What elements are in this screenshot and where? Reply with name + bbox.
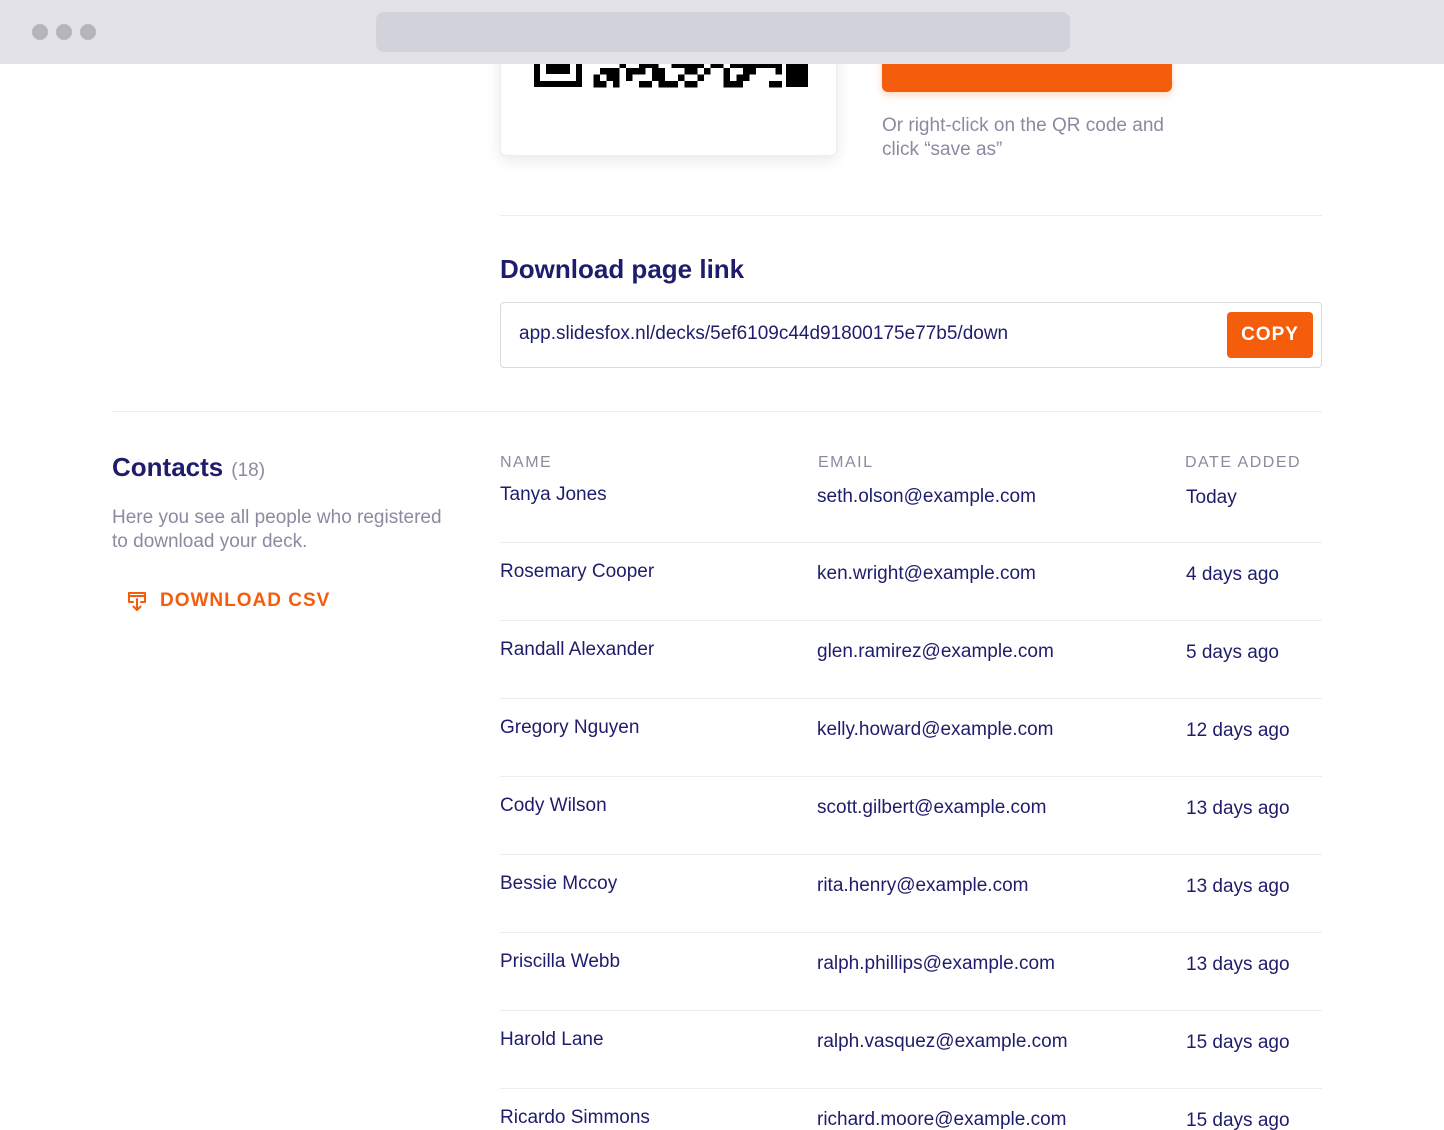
qr-code-card[interactable]	[500, 64, 837, 156]
browser-chrome	[0, 0, 1444, 64]
table-row[interactable]: Priscilla Webb ralph.phillips@example.com…	[500, 933, 1322, 1011]
address-bar[interactable]	[376, 12, 1070, 52]
contacts-title: Contacts	[112, 452, 224, 482]
contact-name: Ricardo Simmons	[500, 1107, 650, 1128]
column-header-name[interactable]: NAME	[500, 454, 552, 472]
contact-email: ralph.vasquez@example.com	[817, 1031, 1068, 1052]
contact-email: seth.olson@example.com	[817, 486, 1036, 507]
column-header-email[interactable]: EMAIL	[818, 454, 874, 472]
contact-email: glen.ramirez@example.com	[817, 641, 1054, 662]
table-row[interactable]: Tanya Jones seth.olson@example.com Today	[500, 480, 1322, 543]
contact-name: Cody Wilson	[500, 795, 607, 816]
copy-link-button[interactable]: COPY	[1227, 312, 1313, 358]
download-link-title: Download page link	[500, 254, 745, 284]
section-divider	[112, 411, 1322, 412]
contact-date-added: 13 days ago	[1186, 954, 1290, 975]
table-row[interactable]: Gregory Nguyen kelly.howard@example.com 12…	[500, 699, 1322, 777]
table-row[interactable]: Bessie Mccoy rita.henry@example.com 13 day…	[500, 855, 1322, 933]
download-csv-button[interactable]: DOWNLOAD CSV	[126, 586, 330, 616]
contact-date-added: 15 days ago	[1186, 1110, 1290, 1130]
contact-email: ralph.phillips@example.com	[817, 953, 1055, 974]
page-content: Or right-click on the QR code and click …	[0, 64, 1444, 1130]
contact-name: Bessie Mccoy	[500, 873, 618, 894]
contact-email: kelly.howard@example.com	[817, 719, 1054, 740]
contact-date-added: 13 days ago	[1186, 798, 1290, 819]
table-row[interactable]: Ricardo Simmons richard.moore@example.com…	[500, 1089, 1322, 1130]
contact-email: richard.moore@example.com	[817, 1109, 1067, 1130]
section-divider	[500, 215, 1322, 216]
contact-name: Rosemary Cooper	[500, 561, 655, 582]
qr-code-image[interactable]	[533, 64, 809, 89]
download-csv-label: DOWNLOAD CSV	[160, 590, 331, 611]
contact-date-added: 15 days ago	[1186, 1032, 1290, 1053]
table-row[interactable]: Harold Lane ralph.vasquez@example.com 15 d…	[500, 1011, 1322, 1089]
contact-date-added: 5 days ago	[1186, 642, 1279, 663]
contact-name: Priscilla Webb	[500, 951, 621, 972]
table-body: Tanya Jones seth.olson@example.com Today Ro…	[500, 480, 1322, 1130]
download-link-url[interactable]: app.slidesfox.nl/decks/5ef6109c44d918001…	[519, 323, 1008, 345]
contact-name: Harold Lane	[500, 1029, 604, 1050]
download-link-field[interactable]: app.slidesfox.nl/decks/5ef6109c44d918001…	[500, 302, 1322, 368]
download-qr-button[interactable]	[882, 64, 1172, 92]
table-header: NAME EMAIL DATE ADDED	[500, 454, 1322, 480]
contact-name: Randall Alexander	[500, 639, 655, 660]
table-row[interactable]: Randall Alexander glen.ramirez@example.co…	[500, 621, 1322, 699]
contact-date-added: 4 days ago	[1186, 564, 1279, 585]
contacts-count: (18)	[231, 460, 266, 481]
table-row[interactable]: Cody Wilson scott.gilbert@example.com 13 d…	[500, 777, 1322, 855]
contact-date-added: 12 days ago	[1186, 720, 1290, 741]
contact-email: scott.gilbert@example.com	[817, 797, 1047, 818]
contacts-description: Here you see all people who registered t…	[112, 507, 442, 552]
contact-email: rita.henry@example.com	[817, 875, 1029, 896]
contacts-heading: Contacts (18)	[112, 452, 265, 483]
column-header-date[interactable]: DATE ADDED	[1185, 454, 1301, 472]
qr-save-hint: Or right-click on the QR code and click …	[882, 115, 1164, 160]
contacts-table: NAME EMAIL DATE ADDED Tanya Jones seth.ol…	[500, 454, 1322, 1130]
window-control-dot[interactable]	[32, 24, 48, 40]
window-control-dot[interactable]	[56, 24, 72, 40]
window-control-dot[interactable]	[80, 24, 96, 40]
download-icon	[128, 592, 146, 611]
contact-email: ken.wright@example.com	[817, 563, 1036, 584]
contact-date-added: Today	[1186, 487, 1237, 508]
table-row[interactable]: Rosemary Cooper ken.wright@example.com 4 d…	[500, 543, 1322, 621]
contact-name: Tanya Jones	[500, 484, 607, 505]
contact-name: Gregory Nguyen	[500, 717, 640, 738]
contact-date-added: 13 days ago	[1186, 876, 1290, 897]
